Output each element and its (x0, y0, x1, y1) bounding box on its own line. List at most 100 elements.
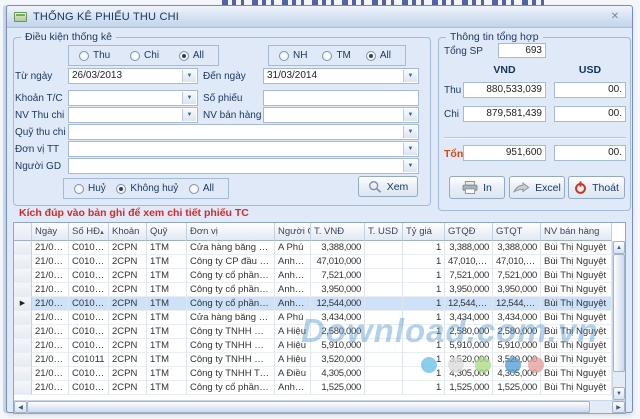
dropdown-arrow-icon[interactable]: ▼ (182, 70, 196, 82)
table-row[interactable]: 21/08/13C010052CPN1TMCông ty cổ phần máy… (14, 269, 612, 283)
radio-all-huy[interactable]: All (189, 183, 214, 194)
dropdown-arrow-icon[interactable]: ▼ (182, 109, 196, 121)
tong-sp-field[interactable]: 693 (498, 43, 546, 58)
don-vi-tt-combo[interactable]: ▼ (68, 141, 419, 157)
table-row[interactable]: 21/08/13C010122CPN1TMCông ty TNHH Tin họ… (14, 367, 612, 381)
label-tong-sp: Tổng SP (444, 46, 483, 57)
excel-button[interactable]: Excel (509, 176, 565, 199)
dropdown-arrow-icon[interactable]: ▼ (403, 109, 417, 121)
radio-label: NH (293, 50, 307, 61)
dropdown-arrow-icon[interactable]: ▼ (403, 126, 417, 138)
scroll-up-icon[interactable]: ▲ (613, 241, 625, 254)
table-cell: 3,388,000 (493, 241, 541, 255)
table-cell: Cửa hàng băng đĩa từ Đà... (187, 241, 275, 255)
excel-button-label: Excel (535, 182, 561, 194)
table-row[interactable]: 21/08/13C010082CPN1TMCửa hàng băng đĩa t… (14, 311, 612, 325)
chi-usd-field[interactable]: 00. (554, 106, 626, 122)
table-cell: Công ty cổ phần máy tính... (187, 381, 275, 395)
den-ngay-combo[interactable]: 31/03/2014▼ (263, 68, 419, 84)
header-ngay[interactable]: Ngày (32, 223, 69, 241)
table-cell: C01008 (69, 311, 109, 325)
header-quy[interactable]: Quỹ (147, 223, 187, 241)
export-arrow-icon (513, 182, 530, 194)
table-cell: Công ty TNHH Tin học Trí ... (187, 367, 275, 381)
table-cell: Bùi Thị Nguyệt (541, 353, 612, 367)
table-row[interactable]: 21/08/13C010112CPN1TMCông ty TNHH MTV AM… (14, 353, 612, 367)
table-row[interactable]: 21/08/13C010092CPN1TMCông ty TNHH MTV AM… (14, 325, 612, 339)
nv-thu-chi-combo[interactable]: ▼ (68, 107, 198, 123)
radio-khong-huy[interactable]: Không huỷ (116, 183, 178, 194)
exit-button[interactable]: Thoát (568, 176, 625, 199)
dropdown-arrow-icon[interactable]: ▼ (403, 143, 417, 155)
nv-ban-hang-combo[interactable]: ▼ (263, 107, 419, 123)
thu-usd-field[interactable]: 00. (554, 82, 626, 98)
titlebar[interactable]: THỐNG KÊ PHIẾU THU CHI ✕ (7, 6, 632, 28)
table-cell: Anh Dương (275, 255, 311, 269)
vertical-scrollbar[interactable]: ▲ ▼ (612, 241, 625, 400)
thu-usd-value: 00. (608, 84, 622, 95)
header-gtqd[interactable]: GTQĐ (445, 223, 493, 241)
header-so-hd[interactable]: Số HĐ▲ (69, 223, 109, 241)
quy-thu-chi-combo[interactable]: ▼ (68, 124, 419, 140)
radio-thu[interactable]: Thu (79, 50, 110, 61)
scroll-right-icon[interactable]: ▶ (612, 401, 625, 413)
header-nv-ban-hang[interactable]: NV bán hàng (541, 223, 612, 241)
horizontal-scrollbar[interactable]: ◀ ▶ (14, 400, 625, 413)
table-cell: 1 (403, 241, 445, 255)
chi-vnd-value: 879,581,439 (486, 108, 542, 119)
so-phieu-input[interactable] (263, 90, 419, 106)
radio-all-payment[interactable]: All (366, 50, 391, 61)
view-button[interactable]: Xem (358, 176, 418, 197)
tu-ngay-combo[interactable]: 26/03/2013▼ (68, 68, 198, 84)
table-row[interactable]: 21/08/13C010042CPN1TMCông ty CP đầu tư v… (14, 255, 612, 269)
header-don-vi[interactable]: Đơn vị (187, 223, 275, 241)
dropdown-arrow-icon[interactable]: ▼ (403, 160, 417, 172)
magnifier-icon (368, 180, 382, 194)
table-cell: 12,544,000 (493, 297, 541, 311)
table-row[interactable]: 21/08/13C010132CPN1TMCông ty cổ phần máy… (14, 381, 612, 395)
table-cell: Bùi Thị Nguyệt (541, 241, 612, 255)
table-row[interactable]: ▶21/08/13C010072CPN1TMCông ty cổ phần má… (14, 297, 612, 311)
filter-legend: Điều kiện thống kê (21, 31, 116, 43)
radio-tm[interactable]: TM (322, 50, 350, 61)
header-nguoi-gd[interactable]: Người GD (275, 223, 311, 241)
table-cell: 2CPN (109, 325, 147, 339)
table-row[interactable]: 21/08/13C010032CPN1TMCửa hàng băng đĩa t… (14, 241, 612, 255)
horizontal-scroll-thumb[interactable] (27, 401, 590, 413)
close-button[interactable]: ✕ (607, 10, 623, 24)
scroll-down-icon[interactable]: ▼ (613, 387, 625, 400)
header-t-vnd[interactable]: T. VNĐ (311, 223, 365, 241)
chi-vnd-field[interactable]: 879,581,439 (463, 106, 546, 122)
dropdown-arrow-icon[interactable]: ▼ (403, 70, 417, 82)
view-button-label: Xem (387, 181, 409, 193)
table-cell (365, 297, 403, 311)
thu-vnd-field[interactable]: 880,533,039 (463, 82, 546, 98)
vertical-scroll-thumb[interactable] (613, 254, 625, 372)
table-cell: 1,525,000 (311, 381, 365, 395)
nguoi-gd-combo[interactable]: ▼ (68, 158, 419, 174)
table-cell: Bùi Thị Nguyệt (541, 297, 612, 311)
table-cell: 1TM (147, 269, 187, 283)
header-ty-gia[interactable]: Tỷ giá (403, 223, 445, 241)
header-khoan[interactable]: Khoản (109, 223, 147, 241)
radio-huy[interactable]: Huỷ (74, 183, 106, 194)
table-cell: 1 (403, 381, 445, 395)
print-button[interactable]: In (449, 176, 505, 199)
khoan-tc-combo[interactable]: ▼ (68, 90, 198, 106)
header-t-usd[interactable]: T. USD (365, 223, 403, 241)
selected-row-marker-icon: ▶ (14, 297, 32, 311)
table-cell: Bùi Thị Nguyệt (541, 325, 612, 339)
table-cell: 21/08/13 (32, 269, 69, 283)
tong-usd-field[interactable]: 00. (554, 145, 626, 161)
radio-nh[interactable]: NH (279, 50, 307, 61)
scroll-left-icon[interactable]: ◀ (14, 401, 27, 413)
power-icon (574, 181, 587, 194)
table-row[interactable]: 21/08/13C010102CPN1TMCông ty TNHH MTV AM… (14, 339, 612, 353)
radio-all-type[interactable]: All (179, 50, 204, 61)
header-gtqt[interactable]: GTQT (493, 223, 541, 241)
radio-chi[interactable]: Chi (130, 50, 159, 61)
table-cell: Bùi Thị Nguyệt (541, 255, 612, 269)
dropdown-arrow-icon[interactable]: ▼ (182, 92, 196, 104)
table-row[interactable]: 21/08/13C010062CPN1TMCông ty cổ phần máy… (14, 283, 612, 297)
tong-vnd-field[interactable]: 951,600 (463, 145, 546, 161)
